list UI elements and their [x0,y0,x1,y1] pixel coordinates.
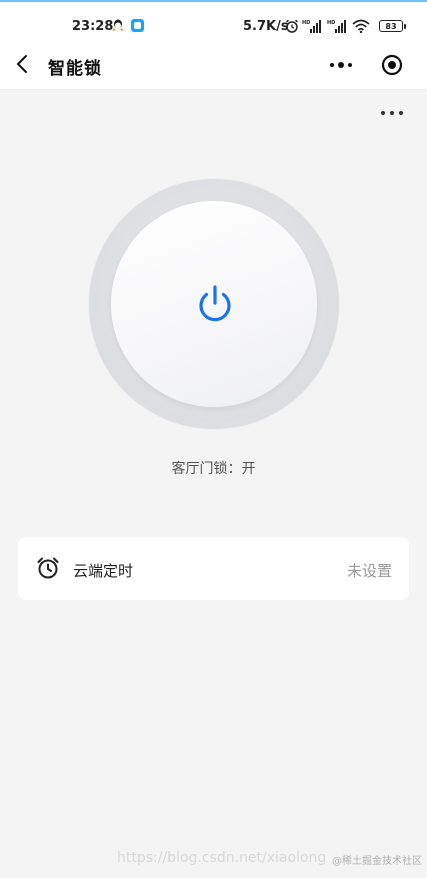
svg-text:HD: HD [302,20,310,26]
status-bar: 23:28 5.7K/s HD HD 83 [0,2,427,40]
more-options-button[interactable] [376,104,408,122]
cloud-timer-value: 未设置 [346,562,392,580]
watermark-badge: @稀土掘金技术社区 [332,856,422,867]
cloud-timer-label: 云端定时 [73,562,134,580]
power-ring [89,179,339,429]
network-speed: 5.7K/s [243,19,289,34]
status-time: 23:28 [72,19,114,34]
dot-icon [330,63,334,67]
power-button[interactable] [111,201,317,407]
alarm-status-icon [285,19,299,33]
dot-icon [338,62,344,68]
app-icon [131,19,144,32]
dot-icon [390,111,394,115]
status-icons: HD HD [285,18,370,34]
page-title: 智能锁 [48,59,102,79]
svg-text:HD: HD [327,20,335,26]
wifi-icon [352,19,370,33]
battery-icon: 83 [379,20,406,32]
mini-program-capsule [318,49,414,81]
dot-icon [381,111,385,115]
dot-icon [399,111,403,115]
cloud-timer-row[interactable]: 云端定时 未设置 [18,537,409,600]
qq-icon [112,19,124,31]
capsule-more-button[interactable] [318,49,366,81]
alarm-clock-icon [37,557,59,579]
hd-signal-icon: HD [327,20,346,33]
power-icon [199,285,231,322]
capsule-close-icon[interactable] [380,53,404,77]
back-arrow-icon[interactable] [14,54,32,74]
hd-signal-icon: HD [302,20,321,33]
watermark-url: https://blog.csdn.net/xiaolong [117,850,327,866]
dot-icon [348,63,352,67]
lock-status-text: 客厅门锁：开 [171,461,256,477]
nav-bar: 智能锁 [0,40,427,90]
